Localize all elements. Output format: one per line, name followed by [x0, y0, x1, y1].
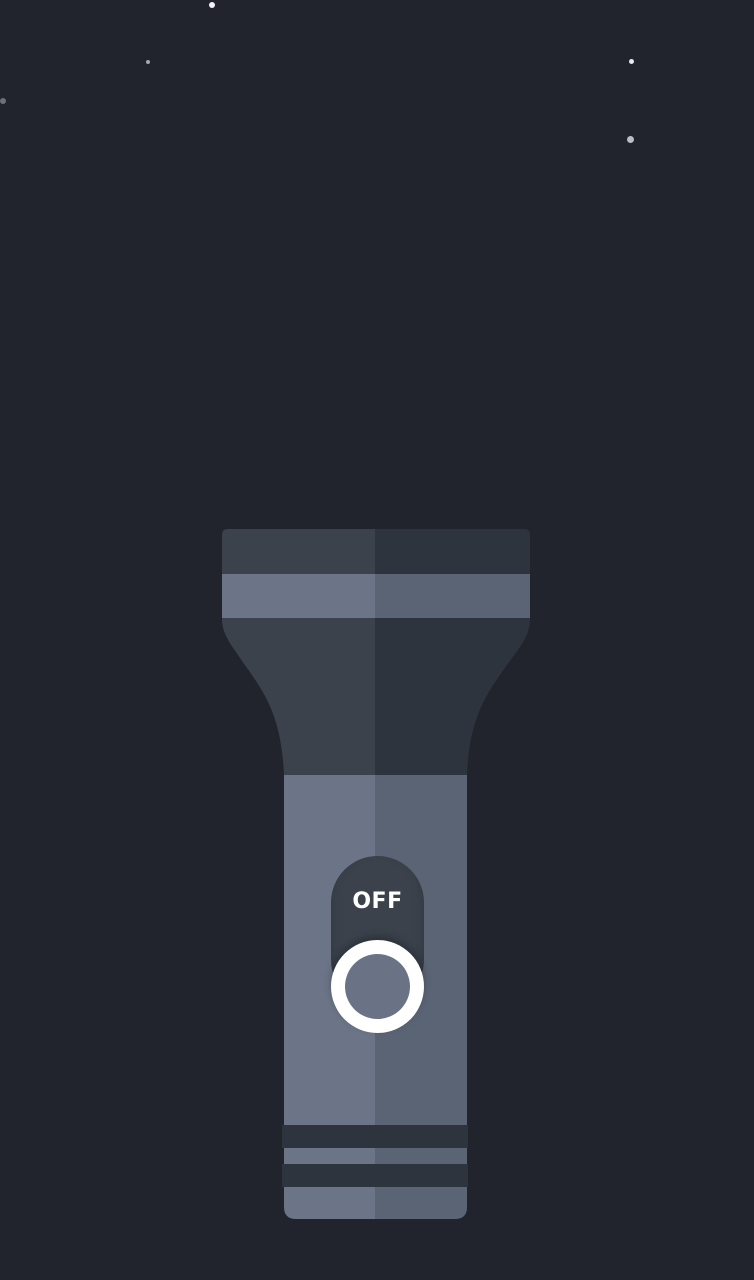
flashlight-head-band-left	[222, 574, 375, 618]
grip-band-right	[375, 1148, 467, 1164]
grip-stripe	[282, 1125, 468, 1148]
flashlight-illustration	[222, 529, 530, 1219]
flashlight-head-cap-left	[222, 529, 375, 574]
grip-band-left	[284, 1148, 375, 1164]
flashlight-neck-right	[375, 618, 530, 775]
power-state-label: OFF	[352, 889, 403, 914]
circle-ring-icon	[345, 954, 410, 1019]
flashlight-head-cap-right	[375, 529, 530, 574]
flashlight-tail-right	[375, 1187, 467, 1219]
flashlight-neck-left	[222, 618, 375, 775]
flashlight-tail-left	[284, 1187, 375, 1219]
flashlight-screen: OFF	[0, 0, 754, 1280]
grip-stripe	[282, 1164, 468, 1187]
power-toggle-knob[interactable]	[331, 940, 424, 1033]
flashlight-head-band-right	[375, 574, 530, 618]
